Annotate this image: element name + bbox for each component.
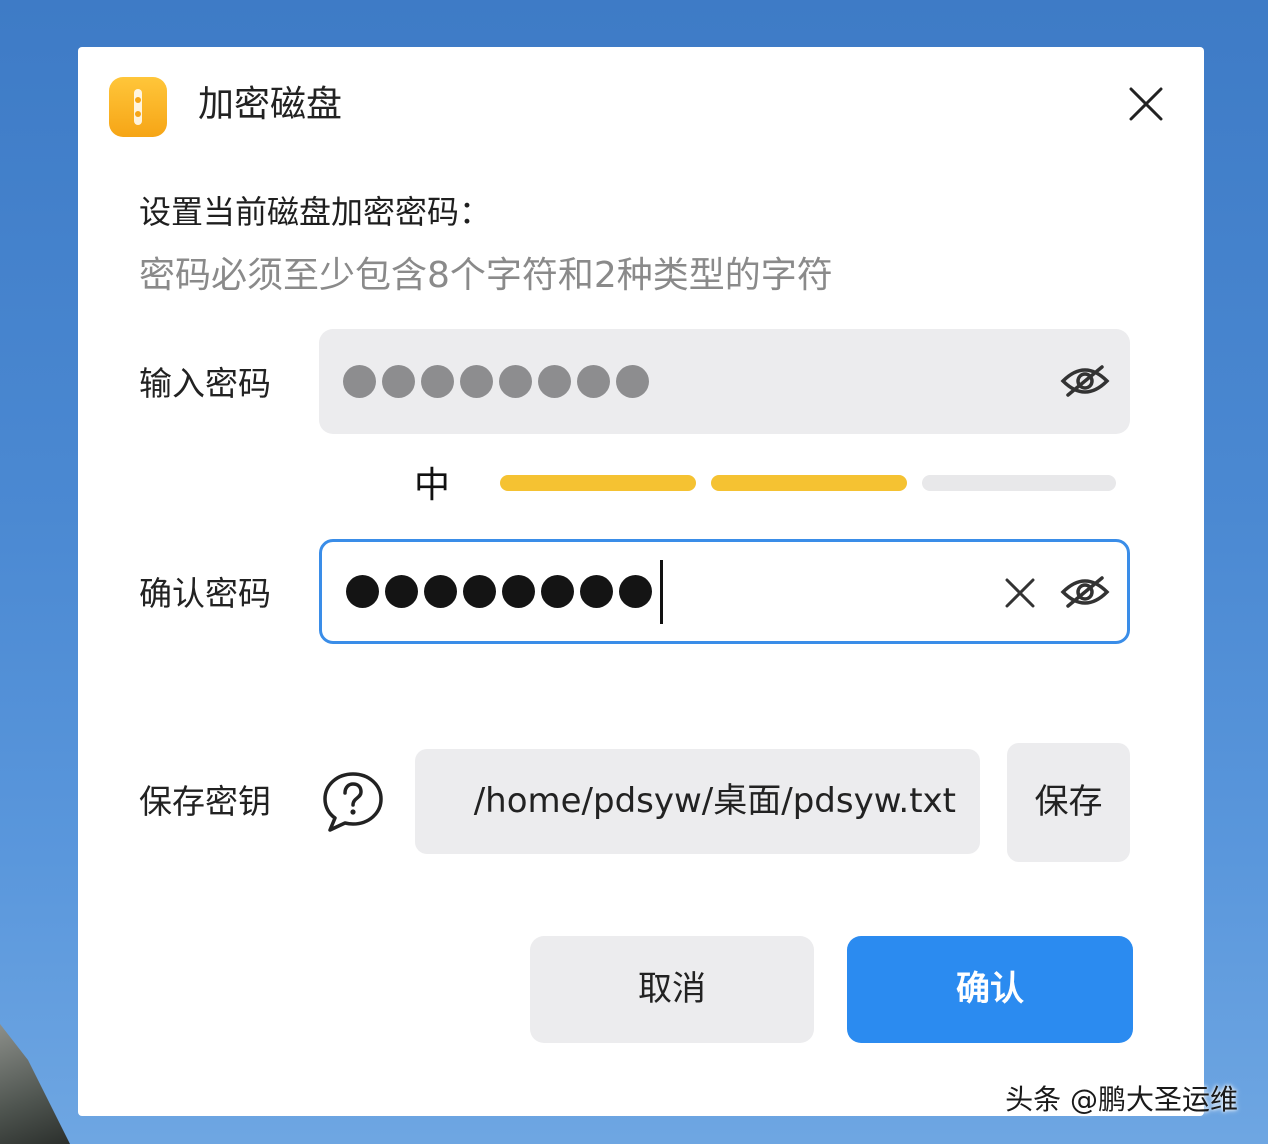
strength-segment-1	[500, 475, 696, 491]
confirm-password-input[interactable]	[319, 539, 1130, 644]
dialog-title: 加密磁盘	[198, 84, 343, 125]
password-rule-hint: 密码必须至少包含8个字符和2种类型的字符	[139, 255, 833, 296]
mask-dot	[463, 575, 496, 608]
mask-dot	[538, 365, 571, 398]
mask-dot	[580, 575, 613, 608]
help-icon[interactable]	[320, 769, 386, 835]
clear-icon[interactable]	[1002, 575, 1038, 611]
key-path-field[interactable]: /home/pdsyw/桌面/pdsyw.txt	[415, 749, 980, 854]
password-input[interactable]	[319, 329, 1130, 434]
password-mask	[343, 329, 655, 434]
mask-dot	[421, 365, 454, 398]
mask-dot	[499, 365, 532, 398]
text-caret	[660, 559, 663, 624]
mask-dot	[346, 575, 379, 608]
encrypt-disk-dialog: 加密磁盘 设置当前磁盘加密密码： 密码必须至少包含8个字符和2种类型的字符 输入…	[78, 47, 1204, 1116]
save-key-label: 保存密钥	[139, 782, 271, 821]
confirm-button[interactable]: 确认	[847, 936, 1133, 1043]
mask-dot	[541, 575, 574, 608]
strength-label: 中	[414, 465, 451, 506]
mask-dot	[382, 365, 415, 398]
watermark-credit: 头条 @鹏大圣运维	[1005, 1083, 1238, 1116]
close-icon[interactable]	[1126, 84, 1166, 124]
eye-off-icon[interactable]	[1059, 572, 1111, 612]
mask-dot	[619, 575, 652, 608]
eye-off-icon[interactable]	[1059, 361, 1111, 401]
password-label: 输入密码	[139, 364, 271, 403]
mask-dot	[460, 365, 493, 398]
save-key-button[interactable]: 保存	[1007, 743, 1130, 862]
wallpaper-mountain	[0, 1024, 70, 1144]
mask-dot	[385, 575, 418, 608]
cancel-button[interactable]: 取消	[530, 936, 814, 1043]
dialog-heading: 设置当前磁盘加密密码：	[139, 193, 492, 231]
confirm-password-mask	[346, 542, 663, 641]
strength-segment-3	[922, 475, 1116, 491]
mask-dot	[502, 575, 535, 608]
confirm-password-label: 确认密码	[139, 574, 271, 613]
mask-dot	[343, 365, 376, 398]
archive-icon	[109, 77, 167, 137]
mask-dot	[424, 575, 457, 608]
mask-dot	[616, 365, 649, 398]
strength-segment-2	[711, 475, 907, 491]
key-path-text: /home/pdsyw/桌面/pdsyw.txt	[473, 781, 956, 821]
mask-dot	[577, 365, 610, 398]
